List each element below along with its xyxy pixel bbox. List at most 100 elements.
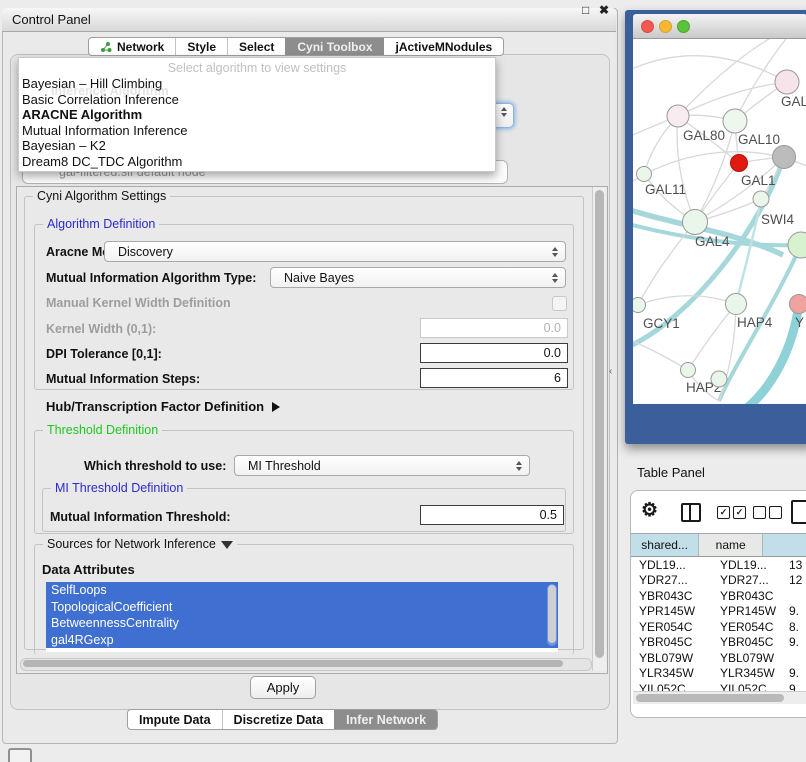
tab-jactivemnodules[interactable]: jActiveMNodules xyxy=(384,38,504,55)
gear-icon[interactable]: ⚙ xyxy=(641,499,658,522)
tab-label: Select xyxy=(239,40,274,54)
algorithm-placeholder: Select algorithm to view settings xyxy=(19,61,495,76)
mi-algorithm-type-combo[interactable]: Naive Bayes xyxy=(270,267,566,288)
sources-title[interactable]: Sources for Network Inference xyxy=(43,537,237,551)
network-node-gal80[interactable] xyxy=(667,105,689,127)
table-row[interactable]: YPR145WYPR145W9. xyxy=(631,604,806,620)
close-traffic-light-icon[interactable] xyxy=(641,20,654,33)
kernel-width-label: Kernel Width (0,1): xyxy=(46,322,156,336)
network-edge[interactable] xyxy=(736,199,761,304)
algorithm-option[interactable]: Mutual Information Inference xyxy=(19,123,495,139)
threshold-definition-title: Threshold Definition xyxy=(43,423,162,437)
table-row[interactable]: YLR345WYLR345W9. xyxy=(631,666,806,682)
apply-button[interactable]: Apply xyxy=(250,676,316,699)
manual-kernel-width-checkbox[interactable] xyxy=(552,296,567,311)
data-attribute-item[interactable]: BetweennessCentrality xyxy=(46,615,558,632)
tab-discretize-data[interactable]: Discretize Data xyxy=(222,710,335,729)
table-row[interactable]: YBR045CYBR045C9. xyxy=(631,635,806,651)
settings-horizontal-scrollbar[interactable] xyxy=(20,658,592,671)
which-threshold-combo[interactable]: MI Threshold xyxy=(234,455,530,476)
table-cell: 9. xyxy=(784,604,799,618)
network-node[interactable] xyxy=(711,371,727,387)
network-node-gal11[interactable] xyxy=(637,167,652,182)
new-table-icon[interactable] xyxy=(791,500,806,524)
select-all-columns-icon[interactable]: ✓✓ xyxy=(717,506,746,519)
tab-label: Infer Network xyxy=(346,713,426,727)
tab-label: Network xyxy=(117,40,164,54)
combo-arrows-icon xyxy=(516,456,522,475)
scrollbar-thumb[interactable] xyxy=(636,694,784,702)
tab-impute-data[interactable]: Impute Data xyxy=(128,710,222,729)
table-horizontal-scrollbar[interactable] xyxy=(633,691,806,704)
tab-select[interactable]: Select xyxy=(227,38,285,55)
network-node-hap2[interactable] xyxy=(681,363,696,378)
network-node-hap4[interactable] xyxy=(726,294,747,315)
data-attribute-item[interactable]: TopologicalCoefficient xyxy=(46,599,558,616)
deselect-all-columns-icon[interactable] xyxy=(753,506,782,519)
network-node-y[interactable] xyxy=(790,295,806,314)
network-node[interactable] xyxy=(773,146,796,169)
network-node-gal1[interactable] xyxy=(753,191,769,207)
scrollbar-thumb[interactable] xyxy=(23,660,563,667)
manual-kernel-width-label: Manual Kernel Width Definition xyxy=(46,296,231,310)
dpi-tolerance-field[interactable]: 0.0 xyxy=(420,343,568,363)
table-cell: YBR045C xyxy=(631,635,710,649)
columns-icon[interactable] xyxy=(681,503,701,522)
network-node-gal4[interactable] xyxy=(683,210,708,235)
data-attributes-list[interactable]: SelfLoopsTopologicalCoefficientBetweenne… xyxy=(46,582,558,652)
network-edge[interactable] xyxy=(633,339,688,370)
tab-cyni-toolbox[interactable]: Cyni Toolbox xyxy=(285,38,383,55)
node-label: GAL xyxy=(781,94,806,109)
network-canvas[interactable]: GALGAL80GAL10GAL11GAL1GAL4SWI4GCY1HAP4YH… xyxy=(633,39,806,404)
network-node[interactable] xyxy=(731,155,748,172)
algorithm-dropdown: Inference Algorithm Select algorithm to … xyxy=(18,57,496,172)
tab-style[interactable]: Style xyxy=(175,38,227,55)
minimize-traffic-light-icon[interactable] xyxy=(659,20,672,33)
cyni-toolbox-tabbar: Impute DataDiscretize Data Infer Network xyxy=(127,709,438,730)
network-node-gal10[interactable] xyxy=(723,109,747,133)
restore-icon[interactable]: □ xyxy=(582,3,589,17)
table-row[interactable]: YDL19...YDL19...13 xyxy=(631,557,806,573)
network-view-window[interactable]: GALGAL80GAL10GAL11GAL1GAL4SWI4GCY1HAP4YH… xyxy=(625,10,806,444)
settings-vertical-scrollbar[interactable] xyxy=(592,187,606,671)
column-header[interactable]: name xyxy=(699,534,763,556)
data-attribute-item[interactable]: SelfLoops xyxy=(46,582,558,599)
data-attribute-item[interactable]: gal4RGexp xyxy=(46,632,558,649)
mi-threshold-field[interactable]: 0.5 xyxy=(420,505,564,525)
tab-infer-network[interactable]: Infer Network xyxy=(334,710,437,729)
zoom-traffic-light-icon[interactable] xyxy=(677,20,690,33)
table-row[interactable]: YER054CYER054C8. xyxy=(631,619,806,635)
table-cell: YER054C xyxy=(710,620,784,634)
network-node-gal[interactable] xyxy=(775,70,799,94)
kernel-width-value: 0.0 xyxy=(544,321,561,335)
hub-definition-toggle[interactable]: Hub/Transcription Factor Definition xyxy=(46,399,280,414)
screen: Control Panel □ ✖ NetworkStyleSelectCyni… xyxy=(0,0,806,762)
algorithm-option[interactable]: ARACNE Algorithm xyxy=(19,107,495,123)
mi-steps-field[interactable]: 6 xyxy=(420,368,568,388)
attributes-scrollbar[interactable] xyxy=(547,584,557,646)
network-edge[interactable] xyxy=(688,304,736,370)
panel-divider-handle[interactable]: ‹ xyxy=(609,366,612,377)
kernel-width-field[interactable]: 0.0 xyxy=(420,318,568,338)
network-node-swi4[interactable] xyxy=(788,232,806,258)
algorithm-option[interactable]: Dream8 DC_TDC Algorithm xyxy=(19,154,495,170)
corner-button[interactable] xyxy=(8,748,32,762)
data-attributes-label: Data Attributes xyxy=(42,562,135,577)
scrollbar-thumb[interactable] xyxy=(548,585,556,643)
network-node-gcy1[interactable] xyxy=(633,298,646,313)
column-header[interactable] xyxy=(763,534,806,556)
mi-steps-label: Mutual Information Steps: xyxy=(46,372,200,386)
column-header[interactable]: shared... xyxy=(631,534,699,556)
node-label: SWI4 xyxy=(761,212,794,227)
tab-network[interactable]: Network xyxy=(89,38,175,55)
network-window-titlebar xyxy=(633,14,806,39)
scrollbar-thumb[interactable] xyxy=(595,190,604,658)
algorithm-option[interactable]: Bayesian – K2 xyxy=(19,138,495,154)
table-row[interactable]: YDR27...YDR27...12 xyxy=(631,573,806,589)
dpi-tolerance-label: DPI Tolerance [0,1]: xyxy=(46,347,162,361)
table-cell: YER054C xyxy=(631,620,710,634)
table-row[interactable]: YBR043CYBR043C xyxy=(631,588,806,604)
close-icon[interactable]: ✖ xyxy=(599,3,609,17)
aracne-mode-combo[interactable]: Discovery xyxy=(104,241,566,262)
table-row[interactable]: YBL079WYBL079W xyxy=(631,650,806,666)
